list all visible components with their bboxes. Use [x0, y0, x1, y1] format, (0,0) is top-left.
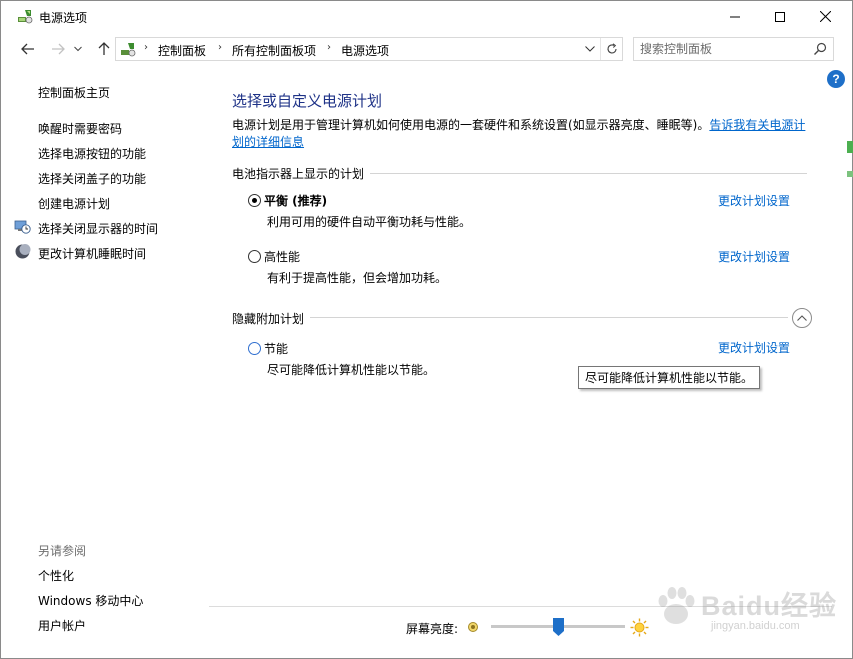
chevron-down-icon	[585, 46, 595, 52]
sidebar-item-create-plan[interactable]: 创建电源计划	[38, 195, 110, 212]
arrow-left-icon	[21, 43, 34, 55]
see-also-personalization[interactable]: 个性化	[38, 567, 74, 584]
up-button[interactable]	[93, 38, 115, 60]
close-icon	[819, 11, 831, 22]
breadcrumb-separator-icon: ›	[327, 42, 331, 53]
sidebar-item-display-off-time[interactable]: 选择关闭显示器的时间	[38, 220, 158, 237]
page-title: 选择或自定义电源计划	[232, 92, 383, 110]
chevron-up-icon	[797, 315, 807, 321]
power-options-app-icon	[18, 10, 33, 24]
plan-balanced-desc: 利用可用的硬件自动平衡功耗与性能。	[267, 215, 472, 229]
address-bar[interactable]: › 控制面板 › 所有控制面板项 › 电源选项	[115, 37, 623, 61]
watermark-brand: Baidu经验	[701, 591, 838, 621]
sidebar-item-wake-password[interactable]: 唤醒时需要密码	[38, 120, 122, 137]
address-dropdown-button[interactable]	[581, 38, 599, 60]
plan-high-performance-desc: 有利于提高性能，但会增加功耗。	[267, 271, 448, 285]
battery-plans-heading: 电池指示器上显示的计划	[232, 167, 365, 181]
control-panel-icon	[121, 43, 136, 57]
navigation-bar: › 控制面板 › 所有控制面板项 › 电源选项	[1, 32, 852, 66]
breadcrumb-separator-icon: ›	[144, 42, 148, 53]
hidden-plans-heading: 隐藏附加计划	[232, 312, 305, 326]
plan-balanced-settings-link[interactable]: 更改计划设置	[718, 192, 790, 209]
plan-tooltip: 尽可能降低计算机性能以节能。	[578, 366, 761, 389]
close-button[interactable]	[802, 1, 848, 32]
description-text: 电源计划是用于管理计算机如何使用电源的一套硬件和系统设置(如显示器亮度、睡眠等)…	[232, 118, 710, 132]
search-box[interactable]	[633, 37, 834, 61]
plan-power-saver-settings-link[interactable]: 更改计划设置	[718, 339, 790, 356]
brightness-label: 屏幕亮度:	[406, 622, 459, 636]
brightness-slider[interactable]	[491, 617, 625, 637]
plan-balanced-name[interactable]: 平衡 (推荐)	[264, 192, 327, 209]
sidebar-item-sleep-time[interactable]: 更改计算机睡眠时间	[38, 245, 146, 262]
search-icon[interactable]	[812, 41, 828, 57]
baidu-watermark: Baidu经验 jingyan.baidu.com	[653, 584, 836, 648]
plan-power-saver-name[interactable]: 节能	[264, 340, 288, 357]
breadcrumb-all-items[interactable]: 所有控制面板项	[232, 42, 316, 59]
maximize-icon	[775, 11, 785, 22]
title-bar: 电源选项	[1, 1, 852, 32]
sidebar-item-power-button[interactable]: 选择电源按钮的功能	[38, 145, 146, 162]
recent-locations-button[interactable]	[71, 38, 85, 60]
breadcrumb-separator-icon: ›	[218, 42, 222, 53]
power-options-window: 电源选项 › 控制面板 › 所有控制面板项 › 电源选项 搜索控制面板 ? 控制…	[0, 0, 853, 659]
breadcrumb-control-panel[interactable]: 控制面板	[158, 42, 206, 59]
plan-high-performance-radio[interactable]	[248, 250, 261, 263]
window-title: 电源选项	[39, 11, 88, 25]
slider-thumb[interactable]	[553, 618, 564, 636]
dim-sun-icon	[468, 622, 478, 632]
watermark-url: jingyan.baidu.com	[711, 620, 800, 632]
search-input[interactable]	[640, 41, 810, 57]
paw-icon	[658, 587, 695, 624]
arrow-right-icon	[52, 43, 65, 55]
control-panel-home-link[interactable]: 控制面板主页	[38, 84, 110, 101]
moon-icon	[15, 244, 31, 259]
section-divider	[310, 317, 788, 318]
see-also-mobility-center[interactable]: Windows 移动中心	[38, 592, 143, 609]
minimize-icon	[730, 16, 740, 17]
monitor-clock-icon	[14, 220, 31, 234]
sidebar-item-lid-close[interactable]: 选择关闭盖子的功能	[38, 170, 146, 187]
left-task-pane: 控制面板主页 唤醒时需要密码 选择电源按钮的功能 选择关闭盖子的功能 创建电源计…	[1, 66, 209, 658]
plan-high-performance-name[interactable]: 高性能	[264, 248, 300, 265]
maximize-button[interactable]	[757, 1, 803, 32]
plan-power-saver-desc: 尽可能降低计算机性能以节能。	[267, 363, 436, 377]
page-description: 电源计划是用于管理计算机如何使用电源的一套硬件和系统设置(如显示器亮度、睡眠等)…	[232, 117, 812, 151]
chevron-down-icon	[74, 46, 82, 52]
plan-power-saver-radio[interactable]	[248, 342, 261, 355]
plan-balanced-radio[interactable]	[248, 194, 261, 207]
back-button[interactable]	[17, 38, 39, 60]
background-window-edge	[847, 141, 853, 177]
bright-sun-icon	[630, 618, 649, 637]
help-icon[interactable]: ?	[827, 70, 845, 88]
forward-button[interactable]	[47, 38, 69, 60]
collapse-hidden-plans-button[interactable]	[792, 308, 812, 328]
see-also-heading: 另请参阅	[38, 544, 87, 558]
refresh-icon	[606, 43, 617, 54]
section-divider	[370, 173, 807, 174]
minimize-button[interactable]	[712, 1, 758, 32]
refresh-button[interactable]	[600, 38, 622, 60]
plan-high-performance-settings-link[interactable]: 更改计划设置	[718, 248, 790, 265]
arrow-up-icon	[98, 42, 110, 55]
breadcrumb-power-options[interactable]: 电源选项	[341, 42, 389, 59]
see-also-user-accounts[interactable]: 用户帐户	[38, 617, 86, 634]
